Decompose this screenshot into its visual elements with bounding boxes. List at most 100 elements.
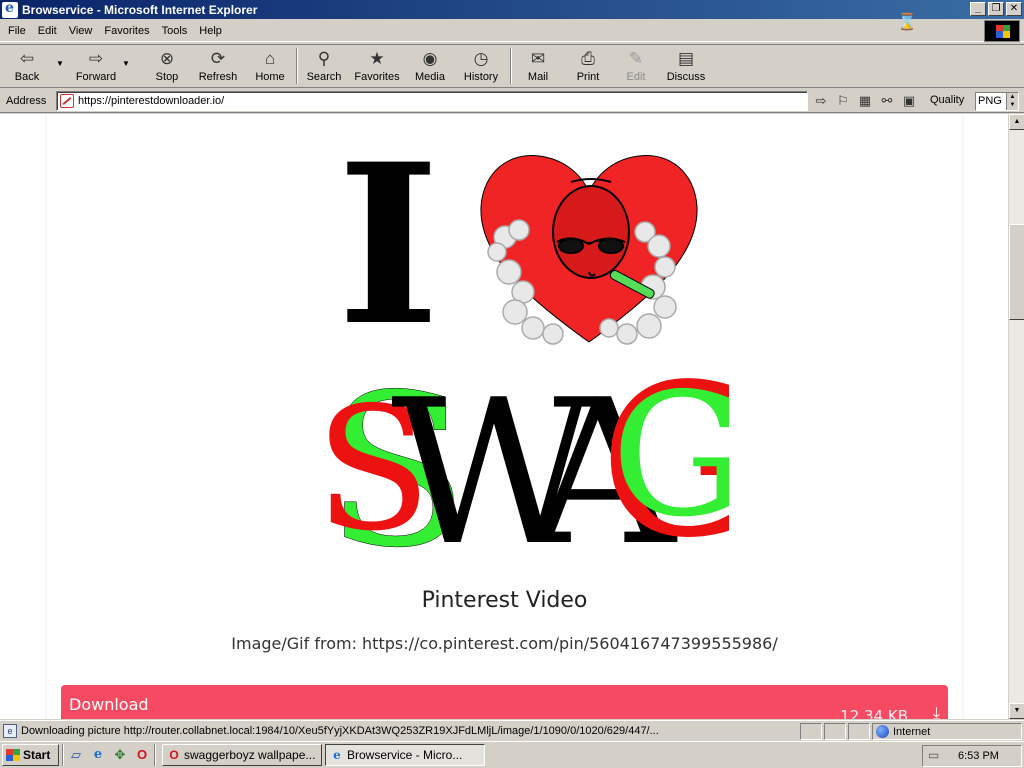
taskbar: Start ▱ e ✥ O O swaggerboyz wallpape... …	[0, 741, 1024, 768]
refresh-icon: ⟳	[210, 49, 226, 68]
home-icon: ⌂	[264, 49, 276, 68]
security-zone: Internet	[872, 723, 1022, 740]
page-title: Pinterest Video	[421, 588, 588, 613]
discuss-button[interactable]: ▤ Discuss	[662, 45, 710, 85]
forward-arrow-icon: ⇨	[88, 49, 104, 68]
close-button[interactable]: ✕	[1006, 2, 1022, 16]
menu-tools[interactable]: Tools	[156, 25, 194, 37]
scroll-down-arrow-icon[interactable]: ▼	[1009, 703, 1024, 719]
zone-label: Internet	[893, 725, 931, 738]
quality-label: Quality	[930, 94, 965, 106]
search-icon: ⚲	[317, 49, 331, 68]
image-letter-g: G	[611, 357, 729, 555]
status-pane-lock	[824, 723, 846, 740]
status-bar: e Downloading picture http://router.coll…	[0, 720, 1024, 740]
download-icon: ⤓	[932, 705, 940, 719]
taskbar-separator	[154, 744, 156, 766]
scroll-up-arrow-icon[interactable]: ▲	[1009, 114, 1024, 130]
edit-button: ✎ Edit	[626, 49, 646, 83]
quality-value: PNG	[978, 95, 1002, 107]
home-button[interactable]: ⌂ Home	[248, 45, 292, 85]
stop-button[interactable]: ⊗ Stop	[146, 45, 188, 85]
page-tools-icon[interactable]: ▦	[856, 92, 874, 110]
window-controls: _ ❐ ✕	[970, 2, 1022, 16]
minimize-button[interactable]: _	[970, 2, 986, 16]
address-tools: ⇨ ⚐ ▦ ⚯ ▣	[812, 92, 918, 110]
history-button[interactable]: ◷ History	[456, 45, 506, 85]
favorites-button[interactable]: ★ Favorites	[350, 45, 404, 85]
quality-spinner-icon[interactable]: ▲ ▼	[1006, 93, 1018, 110]
favorites-folder-icon: ★	[369, 49, 385, 68]
file-size: 12.34 KB	[840, 707, 908, 719]
refresh-button[interactable]: ⟳ Refresh	[192, 45, 244, 85]
downloading-page-icon: e	[3, 723, 17, 738]
system-tray: ▭ 6:53 PM	[922, 745, 1022, 767]
clipboard-icon[interactable]: ▣	[900, 92, 918, 110]
network-icon[interactable]: ▭	[928, 748, 944, 764]
find-icon[interactable]: ⚯	[878, 92, 896, 110]
menu-edit[interactable]: Edit	[32, 25, 63, 37]
printer-icon: ⎙	[581, 49, 595, 68]
internet-globe-icon	[876, 725, 889, 738]
restore-button[interactable]: ❐	[988, 2, 1004, 16]
address-field[interactable]	[56, 91, 808, 111]
mail-icon: ✉	[530, 49, 546, 68]
bookmark-icon[interactable]: ⚐	[834, 92, 852, 110]
start-label: Start	[23, 748, 51, 762]
channels-icon[interactable]: ✥	[111, 746, 129, 764]
windows-throbber-icon	[984, 20, 1020, 42]
stop-icon: ⊗	[159, 49, 175, 68]
menu-favorites[interactable]: Favorites	[98, 25, 155, 37]
windows-logo-icon	[6, 749, 20, 761]
media-icon: ◉	[422, 49, 438, 68]
forward-dropdown-icon[interactable]: ▼	[122, 59, 130, 68]
menu-help[interactable]: Help	[193, 25, 228, 37]
status-text: Downloading picture http://router.collab…	[21, 724, 659, 737]
status-pane-progress	[800, 723, 822, 740]
taskbar-separator	[62, 744, 64, 766]
task-label: swaggerboyz wallpape...	[184, 748, 316, 762]
vertical-scrollbar[interactable]: ▲ ▼	[1008, 114, 1024, 719]
task-label: Browservice - Micro...	[347, 748, 463, 762]
edit-page-icon: ✎	[628, 49, 644, 68]
mail-button[interactable]: ✉ Mail	[516, 45, 560, 85]
menu-file[interactable]: File	[0, 25, 32, 37]
download-button[interactable]: Download 12.34 KB ⤓	[61, 685, 948, 719]
show-desktop-icon[interactable]: ▱	[67, 746, 85, 764]
scroll-thumb[interactable]	[1009, 224, 1024, 320]
swag-image[interactable]: I S S W A G G	[309, 142, 729, 562]
menu-bar: File Edit View Favorites Tools Help	[0, 20, 1024, 42]
download-label: Download	[69, 695, 149, 714]
image-source-text: Image/Gif from: https://co.pinterest.com…	[231, 634, 778, 653]
quick-launch: ▱ e ✥ O	[67, 746, 151, 764]
menu-view[interactable]: View	[63, 25, 99, 37]
address-label: Address	[6, 94, 47, 107]
task-browservice[interactable]: e Browservice - Micro...	[325, 744, 485, 766]
page-icon	[60, 94, 74, 108]
result-card: I S S W A G G Pinterest Video Image/Gif …	[47, 114, 962, 719]
back-arrow-icon: ⇦	[19, 49, 35, 68]
print-button[interactable]: ⎙ Print	[566, 45, 610, 85]
toolbar-separator	[510, 48, 512, 84]
hourglass-cursor-icon: ⌛	[897, 14, 917, 31]
clock[interactable]: 6:53 PM	[958, 750, 999, 762]
internet-explorer-icon: e	[333, 748, 341, 762]
status-pane-privacy	[848, 723, 870, 740]
media-button[interactable]: ◉ Media	[408, 45, 452, 85]
search-button[interactable]: ⚲ Search	[302, 45, 346, 85]
toolbar-separator	[296, 48, 298, 84]
opera-icon: O	[169, 748, 179, 762]
page-content: I S S W A G G Pinterest Video Image/Gif …	[0, 114, 1008, 719]
quality-select[interactable]: PNG ▲ ▼	[975, 92, 1019, 111]
url-input[interactable]	[78, 95, 778, 107]
task-opera-wallpaper[interactable]: O swaggerboyz wallpape...	[162, 744, 322, 766]
ie-app-icon[interactable]	[2, 0, 18, 18]
start-button[interactable]: Start	[2, 744, 59, 766]
opera-icon[interactable]: O	[133, 746, 151, 764]
back-button[interactable]: ⇦ Back	[4, 45, 50, 85]
go-arrow-icon[interactable]: ⇨	[812, 92, 830, 110]
history-icon: ◷	[473, 49, 489, 68]
status-panes	[800, 723, 872, 740]
internet-explorer-icon[interactable]: e	[89, 746, 107, 764]
image-letter-i: I	[337, 142, 440, 374]
